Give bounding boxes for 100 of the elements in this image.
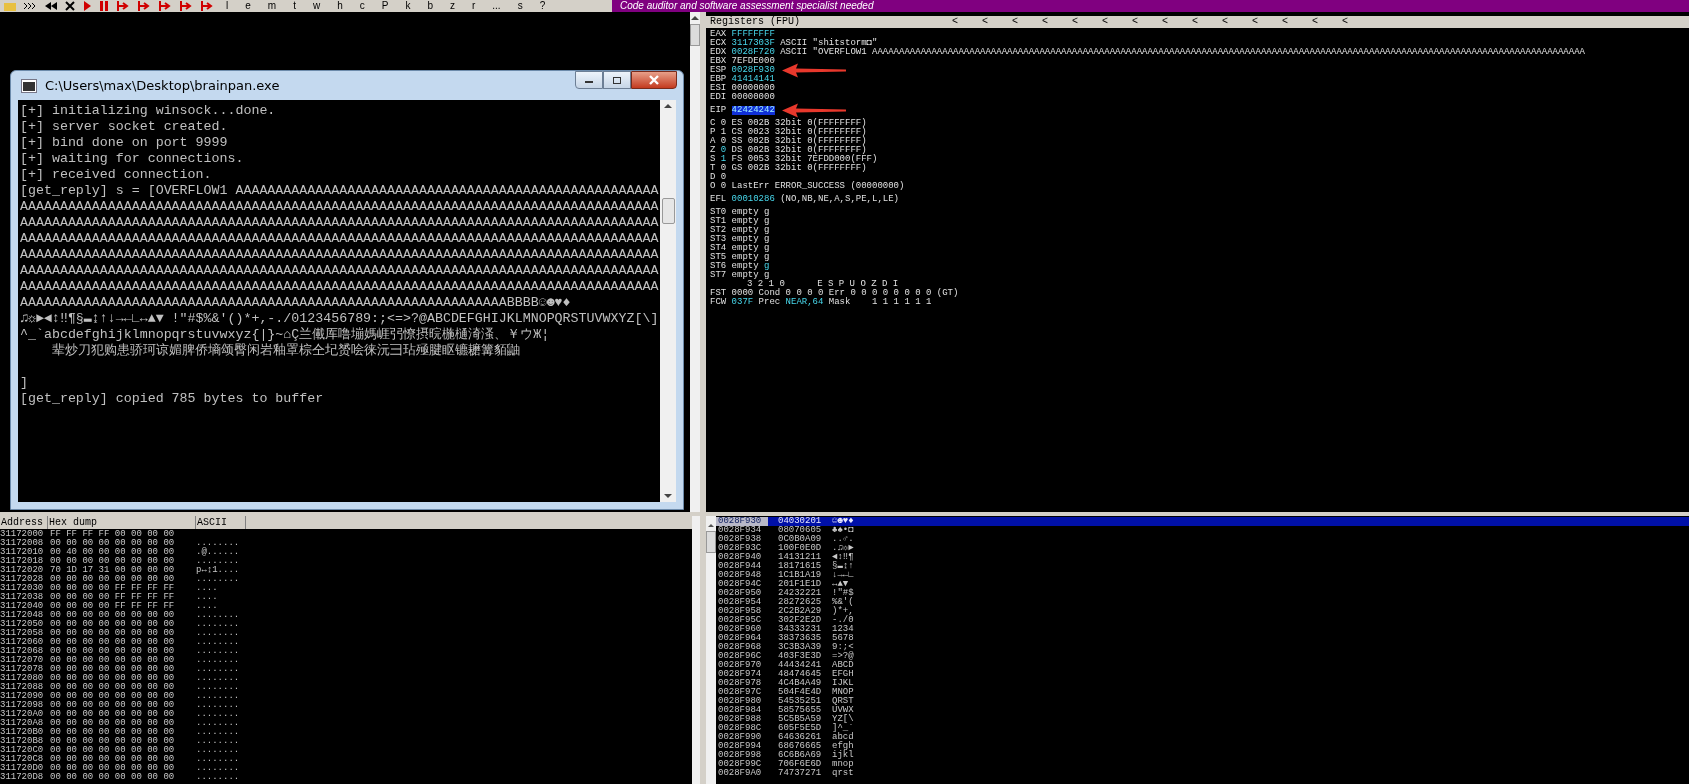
maximize-button[interactable] — [603, 71, 631, 89]
stack-row[interactable]: 0028F990 64636261 abcd — [716, 733, 1689, 742]
toolbar-button[interactable]: z — [444, 0, 460, 12]
register-value: 3117303F — [731, 39, 775, 48]
toolbar-button[interactable]: t — [288, 0, 301, 12]
close-icon[interactable] — [65, 1, 75, 11]
scroll-arrow[interactable]: < — [952, 16, 982, 28]
dump-hex: 00 00 00 00 FF FF FF FF — [50, 602, 176, 611]
scroll-arrow[interactable]: < — [1282, 16, 1312, 28]
toolbar-button[interactable]: l — [221, 0, 234, 12]
stack-value: 403F3E3D — [777, 652, 823, 661]
scroll-arrow[interactable]: < — [1012, 16, 1042, 28]
scrollbar[interactable] — [692, 516, 700, 784]
register-value: empty — [731, 226, 759, 235]
stack-row[interactable]: 0028F974 48474645 EFGH — [716, 670, 1689, 679]
column-header[interactable]: Address — [0, 516, 48, 529]
stack-row[interactable]: 0028F97C 504F4E4D MNOP — [716, 688, 1689, 697]
stack-row[interactable]: 0028F93C 100F0E0D .♫☼► — [716, 544, 1689, 553]
stack-row[interactable]: 0028F994 68676665 efgh — [716, 742, 1689, 751]
scroll-arrow[interactable]: < — [1162, 16, 1192, 28]
register-value: g — [764, 208, 770, 217]
stack-row[interactable]: 0028F96C 403F3E3D =>?@ — [716, 652, 1689, 661]
stack-ascii: =>?@ — [832, 652, 854, 661]
stack-row[interactable]: 0028F998 6C6B6A69 ijkl — [716, 751, 1689, 760]
stack-ascii: ♣♠•◘ — [832, 526, 854, 535]
stack-row[interactable]: 0028F958 2C2B2A29 )*+, — [716, 607, 1689, 616]
chevrons-icon[interactable] — [23, 1, 37, 11]
toolbar-button[interactable]: h — [332, 0, 348, 12]
scroll-arrow[interactable]: < — [1342, 16, 1372, 28]
toolbar-button[interactable]: s — [512, 0, 528, 12]
scrollbar[interactable] — [660, 100, 676, 502]
stack-row[interactable]: 0028F948 1C1B1A19 ↓→←∟ — [716, 571, 1689, 580]
dump-hex: 00 00 00 00 FF FF FF FF — [50, 593, 176, 602]
dump-address: 31172038 — [0, 593, 45, 602]
column-header[interactable]: ASCII — [196, 516, 246, 529]
toolbar-button[interactable]: ... — [487, 0, 506, 12]
scroll-arrow[interactable]: < — [1222, 16, 1252, 28]
stack-address: 0028F930 — [716, 517, 768, 526]
stack-row[interactable]: 0028F940 14131211 ◄↕‼¶ — [716, 553, 1689, 562]
step-icon[interactable] — [116, 1, 130, 11]
scroll-arrow[interactable]: < — [1042, 16, 1072, 28]
step-icon[interactable] — [200, 1, 214, 11]
toolbar-button[interactable]: k — [400, 0, 416, 12]
toolbar-button[interactable]: b — [422, 0, 438, 12]
scroll-arrow[interactable]: < — [1102, 16, 1132, 28]
scrollbar[interactable] — [706, 516, 716, 784]
stack-row[interactable]: 0028F98C 605F5E5D ]^_` — [716, 724, 1689, 733]
stack-row[interactable]: 0028F954 28272625 %&'( — [716, 598, 1689, 607]
stack-row[interactable]: 0028F980 54535251 QRST — [716, 697, 1689, 706]
scroll-arrow[interactable]: < — [1312, 16, 1342, 28]
stack-row[interactable]: 0028F978 4C4B4A49 IJKL — [716, 679, 1689, 688]
close-button[interactable] — [631, 71, 677, 89]
stack-row[interactable]: 0028F960 34333231 1234 — [716, 625, 1689, 634]
pause-icon[interactable] — [99, 1, 109, 11]
stack-row[interactable]: 0028F99C 706F6E6D mnop — [716, 760, 1689, 769]
scroll-arrow[interactable]: < — [1192, 16, 1222, 28]
stack-row[interactable]: 0028F934 08070605 ♣♠•◘ — [716, 526, 1689, 535]
register-value: g — [764, 217, 770, 226]
stack-address: 0028F988 — [717, 715, 763, 724]
stack-row[interactable]: 0028F95C 302F2E2D -./0 — [716, 616, 1689, 625]
stack-value: 44434241 — [777, 661, 823, 670]
toolbar-button[interactable]: ? — [534, 0, 551, 12]
toolbar-button[interactable]: P — [376, 0, 394, 12]
stack-row[interactable]: 0028F938 0C0B0A09 ..♂. — [716, 535, 1689, 544]
stack-row[interactable]: 0028F964 38373635 5678 — [716, 634, 1689, 643]
stack-row[interactable]: 0028F950 24232221 !"#$ — [716, 589, 1689, 598]
dump-address: 31172028 — [0, 575, 45, 584]
stack-row[interactable]: 0028F94C 201F1E1D ↔▲▼ — [716, 580, 1689, 589]
console-line: [+] waiting for connections. — [20, 151, 245, 167]
stack-row[interactable]: 0028F984 58575655 UVWX — [716, 706, 1689, 715]
stack-row[interactable]: 0028F970 44434241 ABCD — [716, 661, 1689, 670]
scroll-arrow[interactable]: < — [1132, 16, 1162, 28]
stack-row[interactable]: 0028F930 04030201 ☺☻♥♦ — [716, 517, 1689, 526]
toolbar-button[interactable]: e — [240, 0, 256, 12]
stack-row[interactable]: 0028F968 3C3B3A39 9:;< — [716, 643, 1689, 652]
scroll-arrow[interactable]: < — [1252, 16, 1282, 28]
dump-hex: 00 00 00 00 FF FF FF FF — [50, 584, 176, 593]
toolbar-button[interactable]: w — [307, 0, 326, 12]
scrollbar[interactable] — [690, 12, 700, 512]
register-value: 1 — [720, 155, 727, 164]
scroll-arrow[interactable]: < — [1072, 16, 1102, 28]
step-icon[interactable] — [137, 1, 151, 11]
maximize-icon[interactable] — [612, 76, 622, 84]
dump-hex: 00 00 00 00 00 00 00 00 — [50, 737, 176, 746]
minimize-button[interactable] — [575, 71, 603, 89]
stack-row[interactable]: 0028F988 5C5B5A59 YZ[\ — [716, 715, 1689, 724]
dump-address: 31172050 — [0, 620, 45, 629]
step-icon[interactable] — [158, 1, 172, 11]
stack-row[interactable]: 0028F944 18171615 §▬↨↑ — [716, 562, 1689, 571]
register-value[interactable]: 42424242 — [731, 106, 775, 115]
toolbar-button[interactable]: r — [466, 0, 481, 12]
column-header[interactable]: Hex dump — [48, 516, 196, 529]
stack-row[interactable]: 0028F9A0 74737271 qrst — [716, 769, 1689, 778]
toolbar-button[interactable]: c — [354, 0, 370, 12]
scroll-arrow[interactable]: < — [982, 16, 1012, 28]
stack-value: 04030201 — [777, 517, 823, 526]
console-line: AAAAAAAAAAAAAAAAAAAAAAAAAAAAAAAAAAAAAAAAAAAAAAAAAAAAAAAAAAAAAAAAAAAAAAAAAAAAAAAA — [20, 215, 659, 231]
toolbar-button[interactable]: m — [262, 0, 282, 12]
step-icon[interactable] — [179, 1, 193, 11]
dump-address: 31172090 — [0, 692, 45, 701]
